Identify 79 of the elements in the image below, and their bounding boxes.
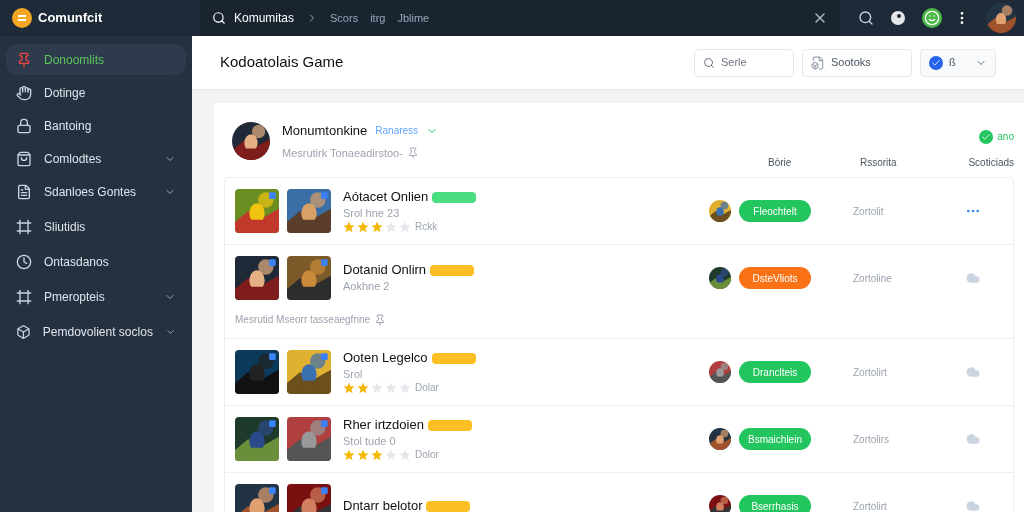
status-text: ano — [997, 130, 1014, 144]
game-title: Rher irtzdoien — [343, 417, 424, 433]
document-icon — [16, 183, 32, 200]
hand-icon — [16, 84, 32, 101]
sidebar-item[interactable]: Comlodtes — [6, 143, 186, 174]
star-icon — [343, 449, 355, 461]
pin-icon — [374, 313, 387, 326]
value-text: Zortolirt — [853, 365, 888, 380]
value-text: Zortolirs — [853, 432, 891, 447]
account-dropdown[interactable]: ß — [920, 48, 996, 77]
star-icon — [357, 449, 369, 461]
pin-icon — [16, 51, 32, 68]
star-icon — [357, 382, 369, 394]
star-icon — [343, 221, 355, 233]
game-title: Dntarr belotor — [343, 498, 423, 512]
tab-title[interactable]: Komumitas — [234, 9, 295, 27]
logo-icon — [12, 8, 32, 28]
search-icon[interactable] — [858, 10, 874, 26]
document-icon — [811, 55, 825, 70]
search-input[interactable]: Serle — [721, 54, 781, 71]
breadcrumb[interactable]: Jblime — [397, 9, 430, 27]
app-icon[interactable] — [922, 8, 942, 28]
value-text: Zortolirt — [853, 499, 888, 512]
column-header: Scoticiads — [967, 157, 1014, 169]
star-icon — [357, 221, 369, 233]
search-field[interactable]: Serle — [694, 48, 794, 77]
box-icon — [16, 323, 31, 340]
app-name: Comunfcit — [38, 9, 103, 28]
star-icon — [399, 221, 411, 233]
status-icon — [979, 129, 994, 144]
page-title: Kodoatolais Game — [220, 52, 344, 73]
check-icon — [929, 55, 943, 70]
filter-button[interactable]: Sootoks — [802, 48, 912, 77]
game-subtitle: Stol tude 0 — [343, 434, 397, 449]
column-header: Bòrie — [768, 157, 793, 169]
game-subtitle: Aokhne 2 — [343, 279, 391, 294]
breadcrumb[interactable]: Scors — [330, 9, 359, 27]
note-text: Mesrutid Mseorr tasseaegfnne — [235, 313, 371, 327]
star-icon — [399, 449, 411, 461]
column-header: Rssorita — [860, 157, 898, 169]
rating-text: Rckk — [415, 221, 438, 233]
star-icon — [385, 382, 397, 394]
sidebar-item[interactable]: Sliutidis — [6, 211, 186, 242]
game-title: Aótacet Onlien — [343, 189, 429, 205]
rating-text: Dolar — [415, 382, 439, 394]
profile-note: Mesrutirk Tonaeadirstoo- — [282, 145, 403, 161]
game-subtitle: Srol hne 23 — [343, 206, 401, 221]
game-subtitle: Srol — [343, 367, 364, 382]
star-icon — [343, 382, 355, 394]
sidebar-item[interactable]: Sdanloes Gontes — [6, 176, 186, 207]
game-title: Dotanid Onlirn — [343, 262, 427, 278]
sidebar-item[interactable]: Ontasdanos — [6, 246, 186, 277]
search-icon — [212, 11, 226, 25]
circle-icon[interactable] — [890, 10, 906, 26]
star-icon — [371, 221, 383, 233]
rating-text: Dolor — [415, 449, 439, 461]
lock-icon — [16, 117, 32, 134]
game-row[interactable]: Aótacet Onlien Srol hne 23 Rckk Fleochtelt Zortolit — [225, 178, 1013, 244]
star-icon — [399, 382, 411, 394]
game-title: Ooten Legelco — [343, 350, 428, 366]
clock-icon — [16, 253, 32, 270]
breadcrumb[interactable]: itrg — [370, 9, 386, 27]
star-icon — [385, 449, 397, 461]
star-icon — [371, 449, 383, 461]
profile-name: Monumtonkine — [282, 122, 368, 140]
sidebar-item[interactable]: Dotinge — [6, 77, 186, 108]
frame-icon — [16, 218, 32, 235]
sidebar-item[interactable]: Pemdovolient soclos — [6, 316, 186, 347]
pin-icon — [406, 146, 419, 159]
bag-icon — [16, 150, 32, 167]
star-icon — [385, 221, 397, 233]
sidebar-item[interactable]: Donoomlits — [6, 44, 186, 75]
value-text: Zortolit — [853, 204, 885, 219]
frame-icon — [16, 288, 32, 305]
sidebar-item[interactable]: Bantoing — [6, 110, 186, 141]
star-icon — [371, 382, 383, 394]
sidebar-item[interactable]: Pmeropteis — [6, 281, 186, 312]
value-text: Zortoline — [853, 271, 893, 286]
search-icon — [703, 56, 715, 69]
